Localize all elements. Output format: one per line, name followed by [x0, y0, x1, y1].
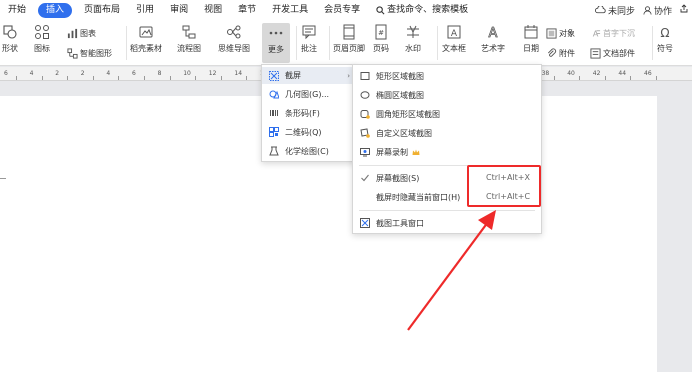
arrow-head [478, 210, 496, 230]
annotation-arrow [407, 210, 496, 331]
